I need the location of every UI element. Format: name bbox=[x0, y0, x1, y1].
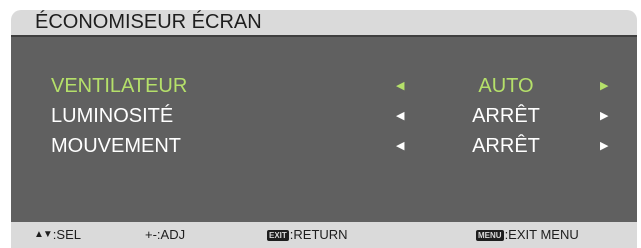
left-arrow-icon[interactable]: ◀ bbox=[396, 102, 404, 130]
left-arrow-icon[interactable]: ◀ bbox=[396, 72, 404, 100]
menu-row-value: AUTO bbox=[478, 75, 534, 97]
up-down-arrows-icon: ▲▼ bbox=[34, 229, 53, 240]
title-divider bbox=[11, 35, 637, 37]
right-arrow-icon[interactable]: ▶ bbox=[600, 102, 608, 130]
menu-row-luminosite[interactable]: LUMINOSITÉ ◀ ARRÊT ▶ bbox=[11, 102, 637, 130]
menu-key-icon: MENU bbox=[476, 229, 504, 241]
return-hint-text: :RETURN bbox=[289, 227, 348, 242]
return-hint: EXIT :RETURN bbox=[267, 222, 348, 248]
left-arrow-icon[interactable]: ◀ bbox=[396, 132, 404, 160]
key-hint-bar: ▲▼ :SEL +-:ADJ EXIT :RETURN MENU :EXIT M… bbox=[11, 222, 637, 248]
right-arrow-icon[interactable]: ▶ bbox=[600, 72, 608, 100]
menu-row-ventilateur[interactable]: VENTILATEUR ◀ AUTO ▶ bbox=[11, 72, 637, 100]
exit-key-icon: EXIT bbox=[267, 229, 289, 241]
menu-row-value: ARRÊT bbox=[472, 105, 540, 127]
menu-row-value: ARRÊT bbox=[472, 135, 540, 157]
menu-row-mouvement[interactable]: MOUVEMENT ◀ ARRÊT ▶ bbox=[11, 132, 637, 160]
menu-panel: VENTILATEUR ◀ AUTO ▶ LUMINOSITÉ ◀ ARRÊT … bbox=[11, 35, 637, 222]
adj-hint: +-:ADJ bbox=[145, 222, 185, 248]
menu-row-label: VENTILATEUR bbox=[51, 75, 188, 97]
sel-hint: ▲▼ :SEL bbox=[34, 222, 81, 248]
osd-menu: ÉCONOMISEUR ÉCRAN VENTILATEUR ◀ AUTO ▶ L… bbox=[11, 10, 637, 248]
sel-hint-text: :SEL bbox=[52, 227, 81, 242]
menu-row-label: LUMINOSITÉ bbox=[51, 105, 174, 127]
adj-hint-text: +-:ADJ bbox=[145, 227, 186, 242]
exit-menu-hint-text: :EXIT MENU bbox=[504, 227, 579, 242]
right-arrow-icon[interactable]: ▶ bbox=[600, 132, 608, 160]
menu-row-label: MOUVEMENT bbox=[51, 135, 181, 157]
exit-menu-hint: MENU :EXIT MENU bbox=[476, 222, 579, 248]
menu-title: ÉCONOMISEUR ÉCRAN bbox=[35, 11, 262, 33]
title-bar: ÉCONOMISEUR ÉCRAN bbox=[11, 10, 637, 35]
